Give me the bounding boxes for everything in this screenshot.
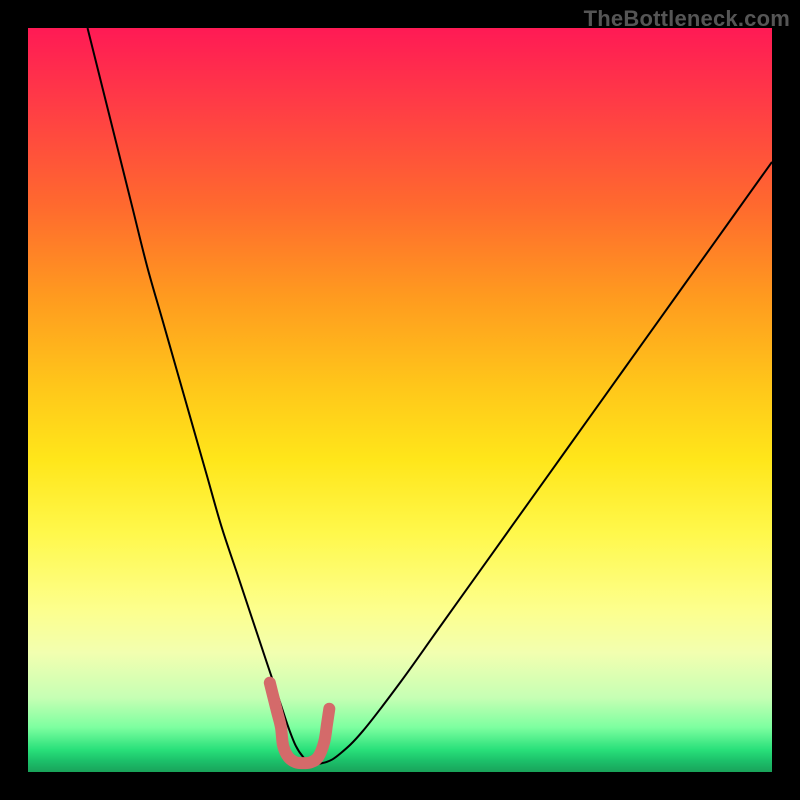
- plot-area: [28, 28, 772, 772]
- chart-frame: TheBottleneck.com: [0, 0, 800, 800]
- series-curve: [88, 28, 772, 764]
- curve-layer: [28, 28, 772, 772]
